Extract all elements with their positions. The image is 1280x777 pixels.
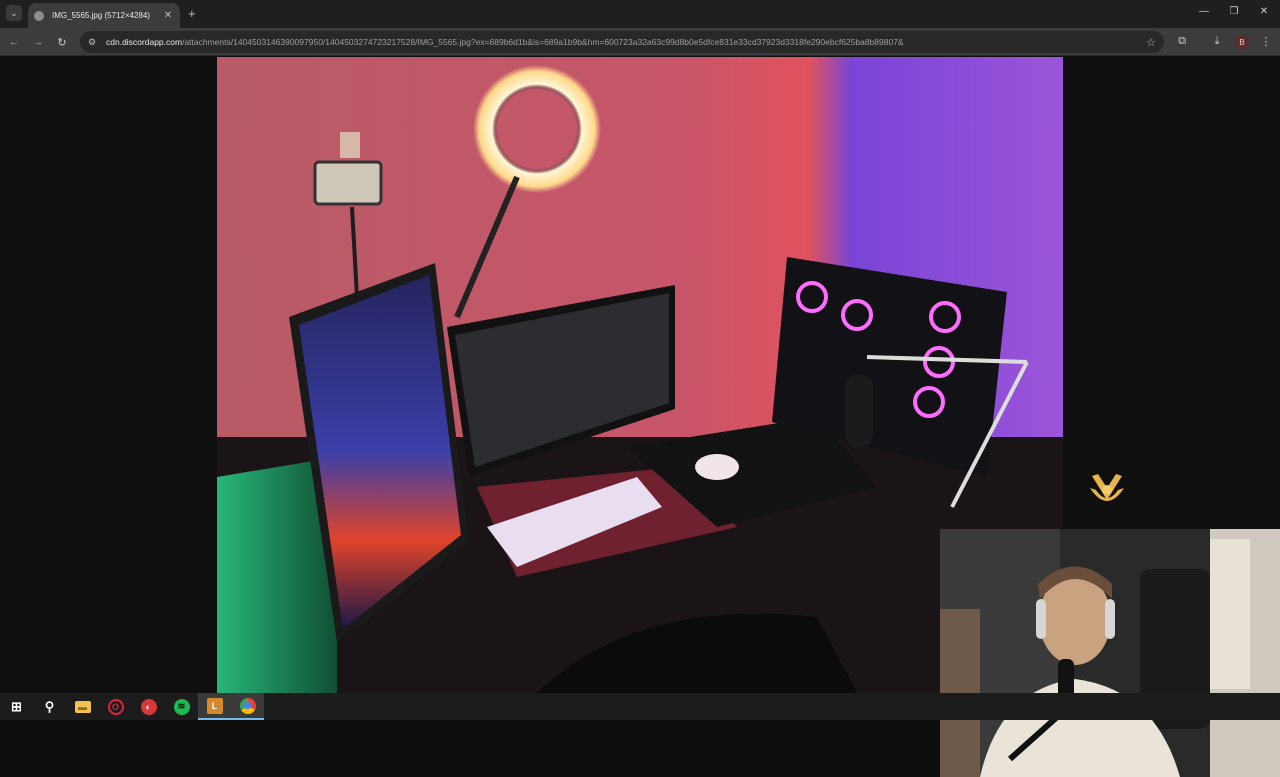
menu-icon[interactable]: ⋮	[1259, 35, 1273, 48]
close-icon[interactable]: ✕	[1256, 6, 1272, 17]
tab-close-icon[interactable]: ✕	[162, 10, 174, 21]
tab-title: IMG_5565.jpg (5712×4284)	[52, 11, 151, 20]
tab-strip: ⌄ IMG_5565.jpg (5712×4284) ✕ + — ❐ ✕	[0, 0, 1280, 28]
tab-favicon-icon	[34, 10, 44, 21]
desk-setup-photo	[217, 57, 1063, 693]
tab-list-icon[interactable]: ⌄	[6, 5, 22, 21]
channel-logo-icon	[1090, 474, 1124, 501]
app-orange-icon[interactable]: L	[198, 693, 231, 720]
bookmark-star-icon[interactable]: ☆	[1146, 36, 1156, 49]
windows-start-icon[interactable]: ⊞	[0, 693, 33, 720]
reload-icon[interactable]: ↻	[54, 34, 70, 50]
site-info-icon[interactable]: ⚙	[88, 37, 98, 47]
app-icon[interactable]: ◐	[132, 693, 165, 720]
browser-toolbar: ← → ↻ ⚙ cdn.discordapp.com/attachments/1…	[0, 28, 1280, 56]
new-tab-button[interactable]: +	[188, 6, 196, 21]
opera-icon[interactable]: O	[99, 693, 132, 720]
forward-icon[interactable]: →	[30, 34, 46, 50]
minimize-icon[interactable]: —	[1196, 6, 1212, 17]
streamer-webcam	[940, 529, 1280, 777]
url-text[interactable]: cdn.discordapp.com/attachments/140450314…	[106, 37, 1146, 47]
tab-active[interactable]: IMG_5565.jpg (5712×4284) ✕	[28, 3, 180, 28]
profile-avatar[interactable]: B	[1235, 35, 1249, 49]
windows-taskbar: ⊞ ⚲ ▬ O ◐ ≋ L ◉	[0, 693, 1280, 720]
spotify-icon[interactable]: ≋	[165, 693, 198, 720]
search-icon[interactable]: ⚲	[33, 693, 66, 720]
download-icon[interactable]: ⤓	[1210, 35, 1224, 48]
restore-icon[interactable]: ❐	[1226, 6, 1242, 17]
image-viewer	[0, 57, 1280, 777]
address-bar[interactable]: ⚙ cdn.discordapp.com/attachments/1404503…	[80, 31, 1164, 53]
extensions-icon[interactable]: ⧉	[1175, 35, 1189, 48]
file-explorer-icon[interactable]: ▬	[66, 693, 99, 720]
chrome-icon[interactable]: ◉	[231, 693, 264, 720]
back-icon[interactable]: ←	[6, 34, 22, 50]
